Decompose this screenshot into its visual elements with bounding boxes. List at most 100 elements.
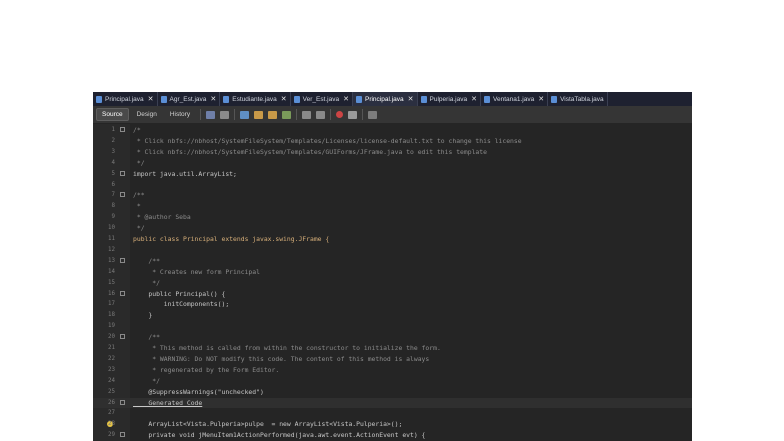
start-macro-icon[interactable] [336,111,344,118]
tab-label: Ventana1.java [492,95,535,103]
fold-toggle-icon[interactable] [120,170,125,176]
design-button[interactable]: Design [132,109,162,120]
find-icon[interactable] [240,110,250,119]
code-editor[interactable]: 1 /* 2 * Click nbfs://nbhost/SystemFileSy… [93,124,692,441]
code-text: */ [133,224,145,233]
code-text: * regenerated by the Form Editor. [133,365,280,374]
tab-pulperia-java[interactable]: Pulperia.java ✕ [418,92,481,106]
fold-toggle-icon[interactable] [120,334,125,340]
code-line: 6 [93,180,692,191]
code-line: 23 * regenerated by the Form Editor. [93,365,692,376]
code-line: 27 [93,408,692,419]
line-number: 6 [111,181,116,188]
toggle-highlight-icon[interactable] [282,110,292,119]
source-button[interactable]: Source [96,108,129,121]
tab-agr-est-java[interactable]: Agr_Est.java ✕ [158,92,221,106]
close-icon[interactable]: ✕ [210,95,216,103]
java-file-icon [551,95,558,103]
code-text: * [133,202,141,211]
tab-principal-java[interactable]: Principal.java ✕ [93,92,158,106]
tab-label: VistaTabla.java [560,95,604,103]
code-line: 11 public class Principal extends javax.s… [93,234,692,245]
line-number: 19 [108,323,115,330]
code-line: 25 @SuppressWarnings("unchecked") [93,387,692,398]
line-number: 4 [111,159,116,166]
java-file-icon [160,95,167,103]
tab-label: Pulperia.java [429,95,468,103]
toolbar-divider [234,109,236,120]
tab-label: Estudiante.java [232,95,277,103]
line-number: 10 [108,225,115,232]
code-line: 7 /** [93,190,692,201]
find-previous-icon[interactable] [254,110,264,119]
code-line: 3 * Click nbfs://nbhost/SystemFileSystem… [93,147,692,158]
close-icon[interactable]: ✕ [471,95,477,103]
line-number: 14 [108,268,115,275]
code-line: 2 * Click nbfs://nbhost/SystemFileSystem… [93,136,692,147]
close-icon[interactable]: ✕ [281,95,287,103]
code-text: * This method is called from within the … [133,344,441,352]
line-number: 25 [108,388,115,395]
line-number: 5 [111,170,116,177]
tab-estudiante-java[interactable]: Estudiante.java ✕ [220,92,291,106]
fold-toggle-icon[interactable] [120,290,125,296]
code-line: 4 */ [93,158,692,169]
code-line: 29 private void jMenuItem1ActionPerforme… [93,430,692,441]
fold-toggle-icon[interactable] [120,127,125,132]
line-number: 11 [108,236,115,242]
code-line: 19 [93,321,692,332]
shift-left-icon[interactable] [302,110,312,119]
stop-macro-icon[interactable] [348,110,358,119]
code-text: initComponents(); [133,300,230,309]
back-icon[interactable] [206,110,216,119]
code-line: 5 import java.util.ArrayList; [93,169,692,180]
code-line: 8 * [93,201,692,212]
close-icon[interactable]: ✕ [148,95,154,103]
history-button[interactable]: History [165,109,195,120]
code-text: /* [133,126,141,134]
line-number: 22 [108,355,115,362]
code-text: */ [133,376,160,385]
close-icon[interactable]: ✕ [538,95,544,103]
code-line: 10 */ [93,223,692,234]
close-icon[interactable]: ✕ [343,95,349,103]
line-number: 17 [108,301,115,308]
forward-icon[interactable] [220,110,230,119]
tab-label: Agr_Est.java [169,95,207,103]
line-number: 2 [111,137,116,144]
code-line: 24 */ [93,376,692,387]
code-line: 14 * Creates new form Principal [93,267,692,278]
code-line: 28 ArrayList<Vista.Pulperia>pulpe = new … [93,419,692,430]
code-line: 12 [93,245,692,256]
fold-toggle-icon[interactable] [120,192,125,198]
code-text: */ [133,158,145,167]
code-line: 13 /** [93,256,692,267]
line-number: 28 [108,421,115,428]
code-line: 21 * This method is called from within t… [93,343,692,354]
code-text: import java.util.ArrayList; [133,169,237,178]
close-icon[interactable]: ✕ [408,95,414,103]
fold-toggle-icon[interactable] [120,257,125,263]
code-text: * Click nbfs://nbhost/SystemFileSystem/T… [133,147,487,156]
tab-vistatabla-java[interactable]: VistaTabla.java [548,92,608,106]
generated-code-fold[interactable]: Generated Code [133,398,202,409]
line-number: 12 [108,246,115,253]
toolbar-divider [200,109,202,120]
find-next-icon[interactable] [268,110,278,119]
tab-principal-java-active[interactable]: Principal.java ✕ [352,92,418,106]
line-number: 18 [108,312,115,319]
code-text: * WARNING: Do NOT modify this code. The … [133,354,430,363]
code-text: private void jMenuItem1ActionPerformed(j… [133,431,426,440]
fold-toggle-icon[interactable] [120,432,125,438]
line-number: 27 [108,410,115,417]
comment-icon[interactable] [368,110,378,119]
toolbar-divider [296,109,298,120]
code-text: /** [133,191,145,200]
code-text: * @author Seba [133,213,191,222]
expand-fold-icon[interactable] [120,399,125,405]
line-number: 9 [111,214,116,221]
tab-ver-est-java[interactable]: Ver_Est.java ✕ [291,92,353,106]
shift-right-icon[interactable] [316,110,326,119]
code-line: 15 */ [93,278,692,289]
tab-ventana1-java[interactable]: Ventana1.java ✕ [481,92,549,106]
